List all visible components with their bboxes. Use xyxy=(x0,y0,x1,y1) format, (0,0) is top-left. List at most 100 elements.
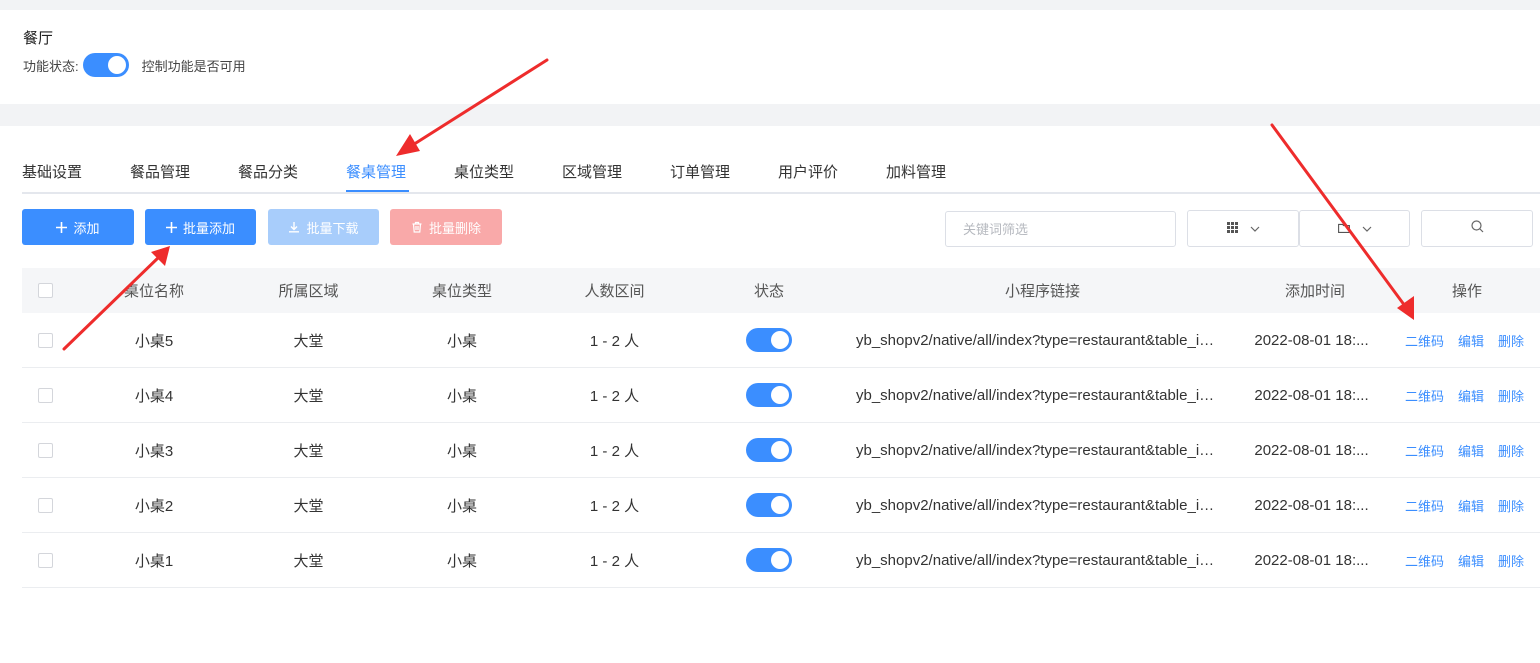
area-cell: 大堂 xyxy=(293,442,324,460)
folder-select[interactable] xyxy=(1299,210,1410,247)
row-checkbox[interactable] xyxy=(37,332,53,348)
row-checkbox[interactable] xyxy=(37,552,53,568)
row-checkbox[interactable] xyxy=(37,387,53,403)
select-all-checkbox[interactable] xyxy=(37,283,53,298)
tab-dish-management[interactable]: 餐品管理 xyxy=(130,161,190,182)
table-name-cell: 小桌4 xyxy=(134,387,174,405)
edit-link[interactable]: 编辑 xyxy=(1458,496,1484,515)
miniprogram-link-text: yb_shopv2/native/all/index?type=restaura… xyxy=(856,496,1221,514)
people-range-cell: 1 - 2 人 xyxy=(589,442,640,460)
miniprogram-link-cell: yb_shopv2/native/all/index?type=restaura… xyxy=(856,368,1221,422)
qrcode-link[interactable]: 二维码 xyxy=(1405,496,1444,515)
row-checkbox[interactable] xyxy=(37,497,53,513)
qrcode-link[interactable]: 二维码 xyxy=(1405,386,1444,405)
column-header: 操作 xyxy=(1451,283,1482,300)
tab-user-reviews[interactable]: 用户评价 xyxy=(778,161,838,182)
tab-table-management[interactable]: 餐桌管理 xyxy=(346,161,406,182)
tab-table-type[interactable]: 桌位类型 xyxy=(454,161,514,182)
trash-icon xyxy=(411,221,423,233)
batch-delete-button[interactable]: 批量删除 xyxy=(390,209,502,245)
tab-dish-category[interactable]: 餐品分类 xyxy=(238,161,298,182)
edit-link[interactable]: 编辑 xyxy=(1458,331,1484,350)
tab-topping-management[interactable]: 加料管理 xyxy=(886,161,946,182)
batch-download-button[interactable]: 批量下载 xyxy=(268,209,379,245)
qrcode-link[interactable]: 二维码 xyxy=(1405,441,1444,460)
edit-link[interactable]: 编辑 xyxy=(1458,386,1484,405)
column-header: 添加时间 xyxy=(1284,283,1345,300)
toggle-knob xyxy=(771,496,789,514)
table-row: 小桌3 大堂 小桌 1 - 2 人 yb_shopv2/native/all/i… xyxy=(22,423,1540,478)
status-toggle[interactable] xyxy=(746,328,792,352)
status-toggle[interactable] xyxy=(746,383,792,407)
section-separator xyxy=(0,104,1540,126)
qrcode-link[interactable]: 二维码 xyxy=(1405,331,1444,350)
table-type-cell: 小桌 xyxy=(446,332,477,350)
area-cell: 大堂 xyxy=(293,332,324,350)
tab-area-management[interactable]: 区域管理 xyxy=(562,161,622,182)
tab-basic-settings[interactable]: 基础设置 xyxy=(22,161,82,182)
delete-link[interactable]: 删除 xyxy=(1498,496,1524,515)
miniprogram-link-text: yb_shopv2/native/all/index?type=restaura… xyxy=(856,441,1221,459)
added-time-cell: 2022-08-01 18:... xyxy=(1254,331,1369,349)
delete-link[interactable]: 删除 xyxy=(1498,551,1524,570)
feature-status-label: 功能状态: xyxy=(23,58,79,74)
actions-cell: 二维码 编辑 删除 xyxy=(1405,368,1530,422)
table-type-cell: 小桌 xyxy=(446,497,477,515)
table-type-cell: 小桌 xyxy=(446,552,477,570)
chevron-down-icon xyxy=(1250,226,1260,232)
row-checkbox-cell xyxy=(22,423,68,477)
add-button[interactable]: 添加 xyxy=(22,209,134,245)
delete-link[interactable]: 删除 xyxy=(1498,386,1524,405)
feature-header: 餐厅 功能状态: 控制功能是否可用 xyxy=(0,10,1540,104)
actions-cell: 二维码 编辑 删除 xyxy=(1405,313,1530,367)
qrcode-link[interactable]: 二维码 xyxy=(1405,551,1444,570)
row-checkbox[interactable] xyxy=(37,442,53,458)
people-range-cell: 1 - 2 人 xyxy=(589,387,640,405)
miniprogram-link-cell: yb_shopv2/native/all/index?type=restaura… xyxy=(856,423,1221,477)
feature-status-row: 功能状态: 控制功能是否可用 xyxy=(23,53,246,77)
edit-link[interactable]: 编辑 xyxy=(1458,551,1484,570)
table-row: 小桌4 大堂 小桌 1 - 2 人 yb_shopv2/native/all/i… xyxy=(22,368,1540,423)
actions-cell: 二维码 编辑 删除 xyxy=(1405,533,1530,587)
row-checkbox-cell xyxy=(22,478,68,532)
area-cell: 大堂 xyxy=(293,552,324,570)
tab-bar: 基础设置 餐品管理 餐品分类 餐桌管理 桌位类型 区域管理 订单管理 用户评价 … xyxy=(22,150,1540,194)
status-cell xyxy=(723,533,815,587)
batch-add-button[interactable]: 批量添加 xyxy=(145,209,256,245)
table-name-cell: 小桌5 xyxy=(134,332,174,350)
people-range-cell: 1 - 2 人 xyxy=(589,552,640,570)
column-header: 桌位名称 xyxy=(123,283,184,300)
page-title: 餐厅 xyxy=(23,30,54,47)
toggle-knob xyxy=(771,441,789,459)
delete-link[interactable]: 删除 xyxy=(1498,441,1524,460)
grid-view-select[interactable] xyxy=(1187,210,1299,247)
keyword-filter-input[interactable] xyxy=(945,211,1176,247)
column-header: 桌位类型 xyxy=(431,283,492,300)
actions-cell: 二维码 编辑 删除 xyxy=(1405,478,1530,532)
miniprogram-link-text: yb_shopv2/native/all/index?type=restaura… xyxy=(856,331,1221,349)
feature-status-desc: 控制功能是否可用 xyxy=(141,58,246,74)
batch-add-button-label: 批量添加 xyxy=(182,220,235,236)
toggle-knob xyxy=(107,56,126,74)
tab-order-management[interactable]: 订单管理 xyxy=(670,161,730,182)
row-checkbox-cell xyxy=(22,533,68,587)
toggle-knob xyxy=(771,551,789,569)
status-toggle[interactable] xyxy=(746,493,792,517)
search-button[interactable] xyxy=(1421,210,1533,247)
search-icon xyxy=(1470,219,1484,238)
feature-status-toggle[interactable] xyxy=(82,53,129,77)
miniprogram-link-cell: yb_shopv2/native/all/index?type=restaura… xyxy=(856,478,1221,532)
miniprogram-link-text: yb_shopv2/native/all/index?type=restaura… xyxy=(856,386,1221,404)
added-time-cell: 2022-08-01 18:... xyxy=(1254,386,1369,404)
status-toggle[interactable] xyxy=(746,548,792,572)
delete-link[interactable]: 删除 xyxy=(1498,331,1524,350)
table-type-cell: 小桌 xyxy=(446,442,477,460)
status-toggle[interactable] xyxy=(746,438,792,462)
table-name-cell: 小桌3 xyxy=(134,442,174,460)
status-cell xyxy=(723,368,815,422)
grid-icon xyxy=(1226,220,1238,238)
edit-link[interactable]: 编辑 xyxy=(1458,441,1484,460)
folder-icon xyxy=(1337,220,1350,238)
batch-delete-button-label: 批量删除 xyxy=(428,220,481,236)
table-header: 桌位名称 所属区域 桌位类型 人数区间 状态 小程序链接 添加时间 操作 xyxy=(22,268,1540,313)
